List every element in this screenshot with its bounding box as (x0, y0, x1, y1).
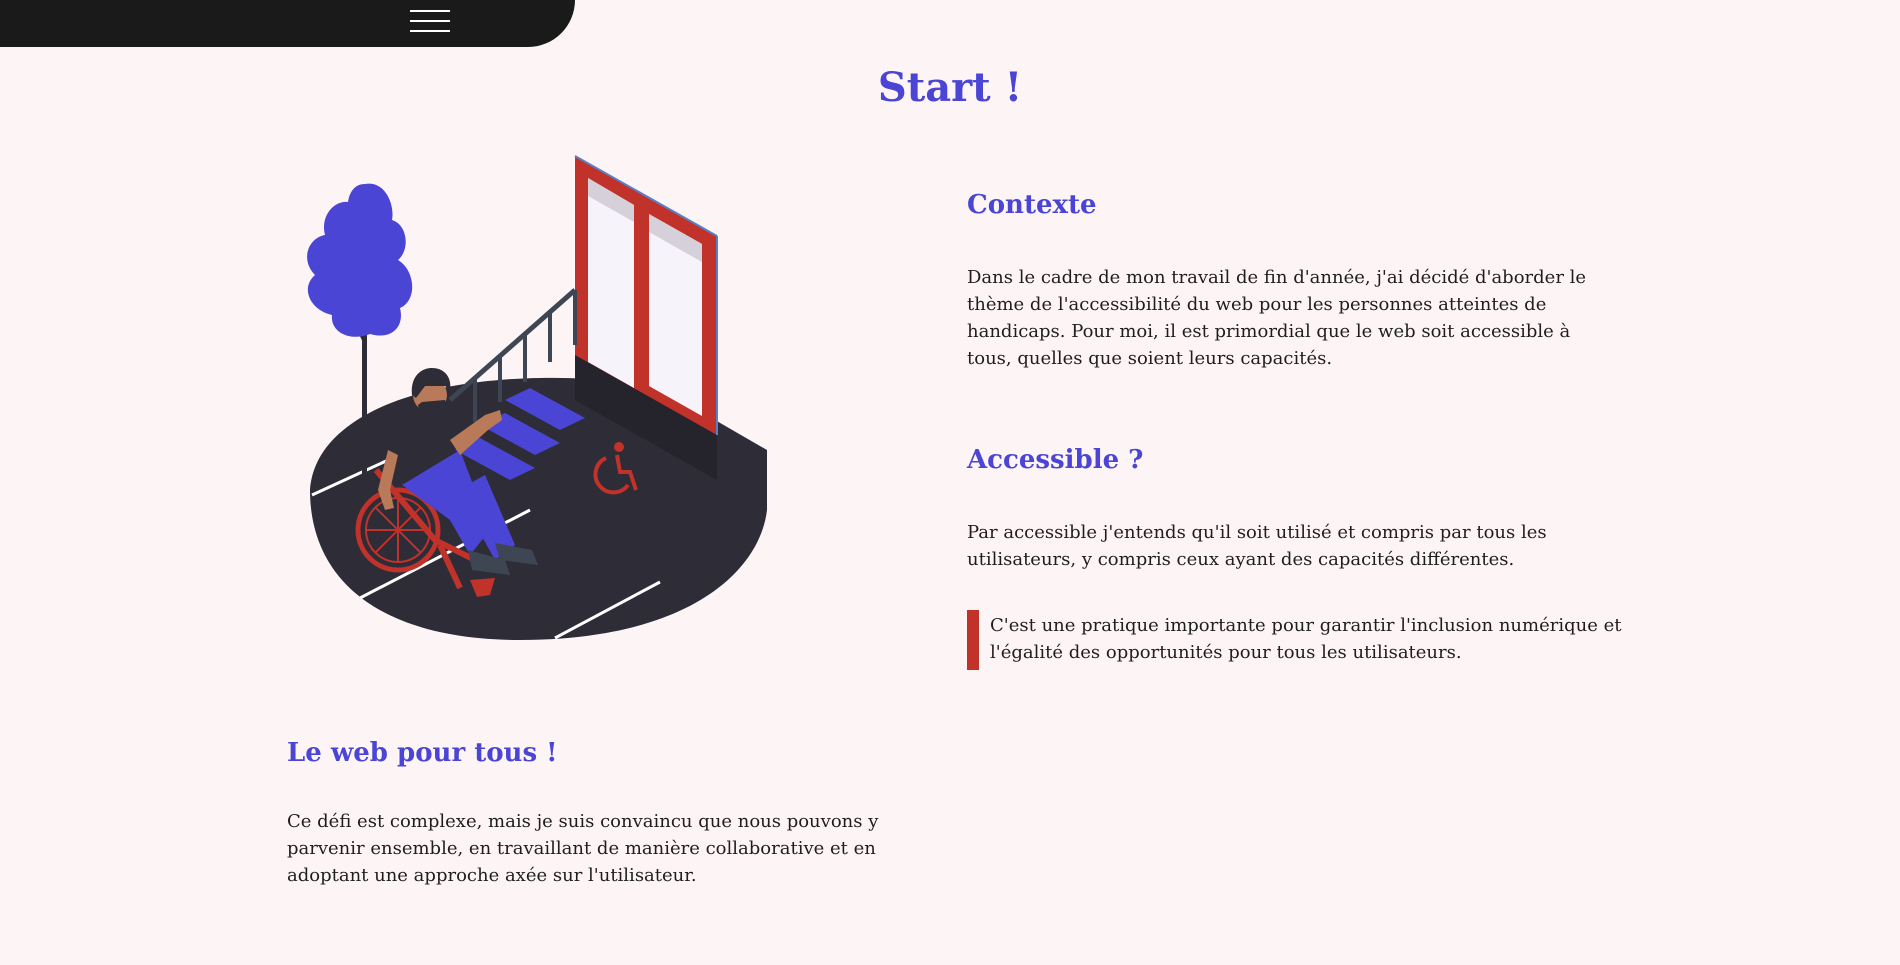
hamburger-line (410, 20, 450, 22)
wheelchair-ramp-illustration (307, 155, 767, 640)
page-title: Start ! (877, 64, 1023, 111)
hamburger-menu-icon[interactable] (410, 8, 452, 36)
quote-block: C'est une pratique importante pour garan… (967, 610, 1635, 670)
section-text-web: Ce défi est complexe, mais je suis conva… (287, 811, 879, 886)
top-navigation-bar (0, 0, 575, 47)
section-heading-contexte: Contexte (967, 190, 1097, 220)
section-text-contexte: Dans le cadre de mon travail de fin d'an… (967, 267, 1587, 369)
section-heading-accessible: Accessible ? (967, 445, 1144, 475)
hamburger-line (410, 10, 450, 12)
quote-text: C'est une pratique importante pour garan… (990, 615, 1622, 663)
section-heading-web: Le web pour tous ! (287, 738, 558, 768)
section-text-accessible: Par accessible j'entends qu'il soit util… (967, 522, 1547, 570)
hamburger-line (410, 30, 450, 32)
